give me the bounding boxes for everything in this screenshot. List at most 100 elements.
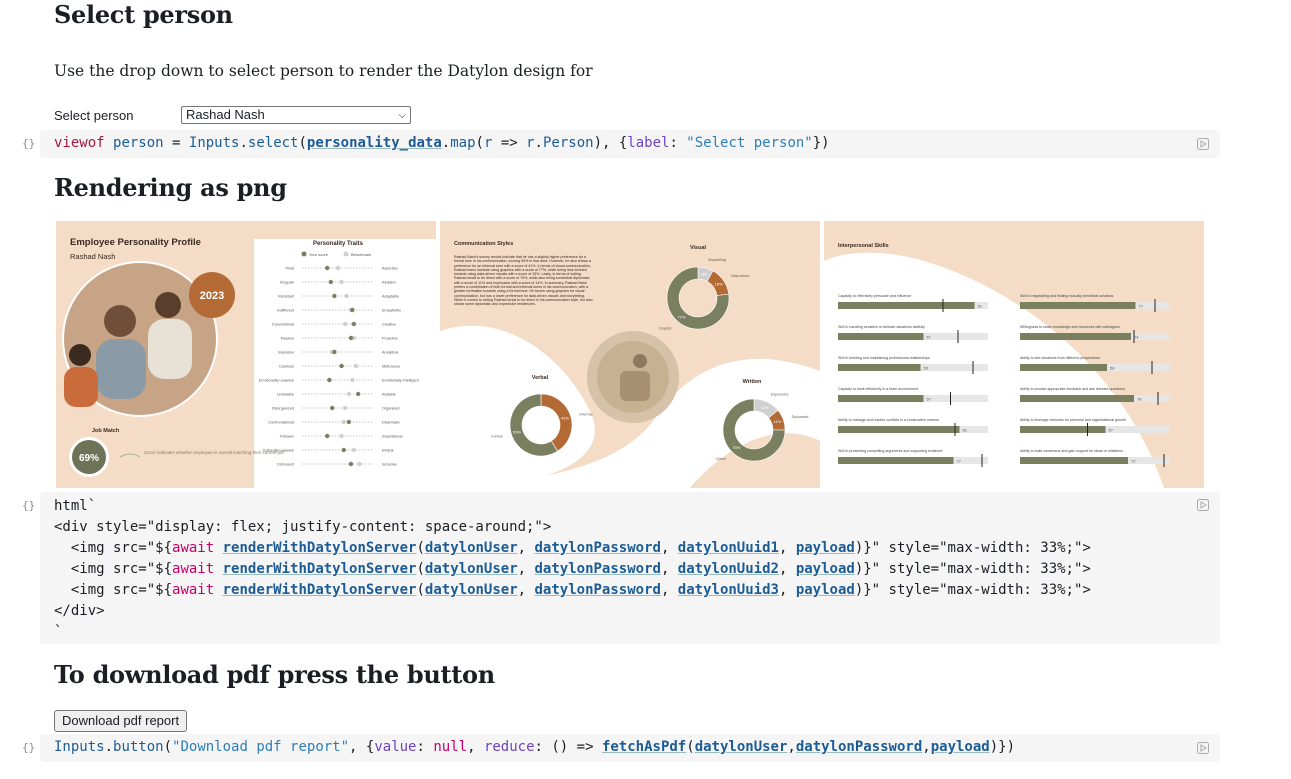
- code-token: value: [374, 739, 417, 755]
- code-reference[interactable]: payload: [796, 561, 855, 577]
- trait-left-label: Conventional: [272, 323, 294, 327]
- code-token: , {: [349, 739, 375, 755]
- code-reference[interactable]: datylonUser: [425, 582, 518, 598]
- code-reference[interactable]: datylonUuid2: [678, 561, 779, 577]
- skill-value: 76: [1137, 397, 1142, 402]
- trait-benchmark-dot: [350, 377, 355, 383]
- skill-value: 57: [927, 397, 932, 402]
- code-line: `: [54, 624, 63, 640]
- code-token: <img src="${: [54, 582, 173, 598]
- code-reference[interactable]: datylonPassword: [535, 561, 661, 577]
- trait-score-dot: [325, 433, 330, 439]
- run-cell-icon[interactable]: [1196, 741, 1210, 755]
- code-token: "Download pdf report": [172, 739, 350, 755]
- skill-value: 57: [927, 335, 932, 340]
- traits-title: Personality Traits: [313, 241, 364, 247]
- skill-bar: [1020, 426, 1106, 433]
- code-reference[interactable]: renderWithDatylonServer: [223, 540, 417, 556]
- trait-benchmark-dot: [339, 279, 344, 285]
- run-cell-icon[interactable]: [1196, 137, 1210, 151]
- code-cell-html[interactable]: {} html` <div style="display: flex; just…: [22, 492, 1220, 644]
- trait-left-label: Follower: [280, 435, 295, 439]
- code-token: (: [298, 135, 307, 151]
- trait-left-label: Resistant: [278, 295, 295, 299]
- code-token: reduce: [483, 739, 535, 755]
- profile-name: Rashad Nash: [70, 252, 115, 261]
- code-reference[interactable]: renderWithDatylonServer: [223, 582, 417, 598]
- code-token: ), {: [593, 135, 628, 151]
- donut-category-label: Expressive: [771, 392, 789, 396]
- code-cell-select[interactable]: {} viewof person = Inputs.select(persona…: [22, 130, 1220, 158]
- run-cell-icon[interactable]: [1196, 498, 1210, 512]
- code-reference[interactable]: datylonUser: [695, 739, 788, 755]
- trait-benchmark-dot: [343, 321, 348, 327]
- rendered-image-skills: Interpersonal Skills Capacity to effecti…: [824, 221, 1204, 488]
- trait-benchmark-dot: [339, 433, 344, 439]
- person-select[interactable]: Rashad Nash ⌵: [181, 106, 411, 124]
- code-reference[interactable]: datylonPassword: [535, 540, 661, 556]
- trait-right-label: Organized: [382, 407, 400, 411]
- code-reference[interactable]: payload: [796, 540, 855, 556]
- person-select-value: Rashad Nash: [186, 107, 265, 122]
- trait-right-label: Analytical: [382, 351, 398, 355]
- code-token: )}" style="max-width: 33%;">: [854, 540, 1091, 556]
- code-token: null: [433, 739, 468, 755]
- code-token: "Select person": [686, 135, 813, 151]
- code-reference[interactable]: datylonUuid3: [678, 582, 779, 598]
- trait-right-label: Realism: [382, 281, 396, 285]
- donut-value-label: 8%: [701, 271, 707, 276]
- skill-bar: [838, 333, 924, 340]
- code-reference[interactable]: payload: [931, 739, 990, 755]
- person-select-label: Select person: [54, 108, 134, 123]
- code-reference[interactable]: renderWithDatylonServer: [223, 561, 417, 577]
- skill-label: Ability to build consensus and gain supp…: [1020, 449, 1123, 453]
- code-reference[interactable]: datylonUser: [425, 540, 518, 556]
- code-line: <div style="display: flex; justify-conte…: [54, 519, 552, 535]
- code-reference[interactable]: personality_data: [307, 135, 442, 151]
- code-token: () =>: [551, 739, 602, 755]
- code-token: select: [247, 135, 299, 151]
- code-token: :: [669, 135, 687, 151]
- skill-bar: [838, 457, 954, 464]
- traits-chart: Timid Assertive Irregular Realism Resistant A…: [259, 265, 420, 467]
- code-reference[interactable]: datylonUuid1: [678, 540, 779, 556]
- trait-benchmark-dot: [346, 391, 351, 397]
- skill-bar: [1020, 457, 1128, 464]
- trait-right-label: Inclusive: [382, 463, 397, 467]
- code-reference[interactable]: datylonUser: [425, 561, 518, 577]
- trait-score-dot: [332, 349, 337, 355]
- trait-score-dot: [346, 419, 351, 425]
- code-line: Inputs.button("Download pdf report", {va…: [54, 739, 1016, 755]
- code-token: <img src="${: [54, 540, 173, 556]
- code-reference[interactable]: datylonPassword: [796, 739, 922, 755]
- code-reference[interactable]: payload: [796, 582, 855, 598]
- legend-benchmark: Benchmark: [351, 252, 371, 257]
- legend-your-score: Your score: [309, 252, 329, 257]
- donut-category-label: Graphic: [659, 327, 672, 331]
- code-token: Inputs: [54, 739, 105, 755]
- trait-right-label: Reliable: [382, 393, 396, 397]
- trait-score-dot: [328, 279, 333, 285]
- donut-category-label: Informal: [579, 412, 592, 416]
- cell-braces-icon[interactable]: {}: [22, 741, 35, 754]
- code-token: )}" style="max-width: 33%;">: [854, 582, 1091, 598]
- cell-braces-icon[interactable]: {}: [22, 499, 35, 512]
- code-token: viewof: [54, 135, 105, 151]
- skill-value: 58: [1110, 366, 1115, 371]
- download-pdf-button[interactable]: Download pdf report: [54, 710, 188, 732]
- comm-text-container: Rashad Nash's survey results indicate th…: [454, 255, 593, 306]
- code-token: button: [113, 739, 164, 755]
- profile-year: 2023: [200, 290, 224, 302]
- trait-right-label: Diplomatic: [382, 421, 400, 425]
- code-token: await: [172, 561, 215, 577]
- code-reference[interactable]: fetchAsPdf: [602, 739, 686, 755]
- trait-left-label: Dishonest: [277, 463, 295, 467]
- job-match-value: 69%: [79, 453, 99, 464]
- code-token: r: [526, 135, 535, 151]
- code-reference[interactable]: datylonPassword: [535, 582, 661, 598]
- cell-braces-icon[interactable]: {}: [22, 137, 35, 150]
- code-token: map: [450, 135, 476, 151]
- skill-label: Willingness to share knowledge and resou…: [1020, 325, 1120, 329]
- code-cell-button[interactable]: {} Inputs.button("Download pdf report", …: [22, 734, 1220, 762]
- skill-value: 77: [957, 459, 962, 464]
